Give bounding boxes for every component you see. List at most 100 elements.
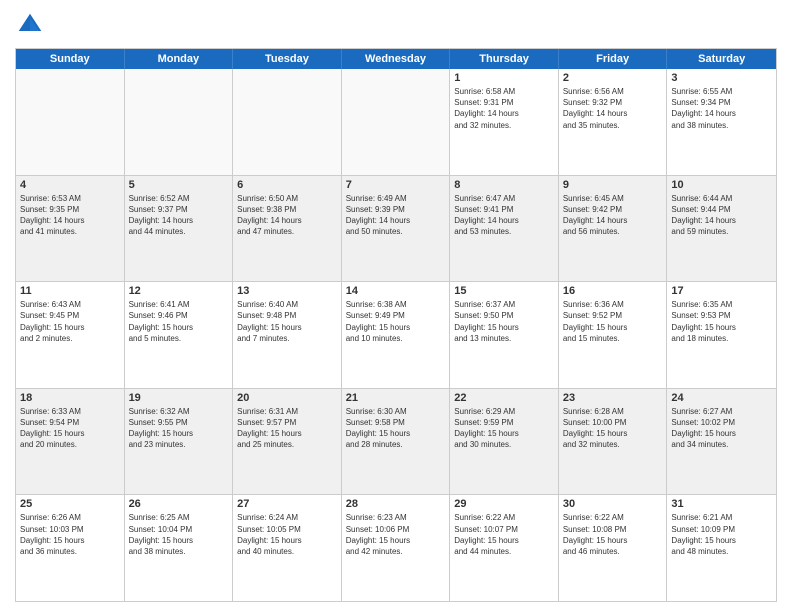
day-number: 21 [346,392,446,404]
day-info: Sunrise: 6:25 AM Sunset: 10:04 PM Daylig… [129,512,229,557]
calendar: SundayMondayTuesdayWednesdayThursdayFrid… [15,48,777,602]
day-info: Sunrise: 6:32 AM Sunset: 9:55 PM Dayligh… [129,406,229,451]
table-row [233,69,342,175]
day-of-week-sunday: Sunday [16,49,125,69]
day-number: 22 [454,392,554,404]
table-row: 3 Sunrise: 6:55 AM Sunset: 9:34 PM Daylig… [667,69,776,175]
table-row: 20 Sunrise: 6:31 AM Sunset: 9:57 PM Dayli… [233,389,342,495]
day-of-week-thursday: Thursday [450,49,559,69]
table-row: 6Sunrise: 6:50 AM Sunset: 9:38 PM Daylig… [233,176,342,282]
calendar-body: 1 Sunrise: 6:58 AM Sunset: 9:31 PM Daylig… [16,69,776,601]
day-info: Sunrise: 6:38 AM Sunset: 9:49 PM Dayligh… [346,299,446,344]
day-number: 7 [346,179,446,191]
table-row: 31 Sunrise: 6:21 AM Sunset: 10:09 PM Dayl… [667,495,776,601]
day-number: 8 [454,179,554,191]
day-of-week-tuesday: Tuesday [233,49,342,69]
day-number: 17 [671,285,772,297]
day-number: 30 [563,498,663,510]
day-info: Sunrise: 6:21 AM Sunset: 10:09 PM Daylig… [671,512,772,557]
day-info: Sunrise: 6:23 AM Sunset: 10:06 PM Daylig… [346,512,446,557]
day-number: 4 [20,179,120,191]
logo [15,10,49,40]
day-number: 26 [129,498,229,510]
table-row: 5 Sunrise: 6:52 AM Sunset: 9:37 PM Daylig… [125,176,234,282]
logo-icon [15,10,45,40]
table-row: 25Sunrise: 6:26 AM Sunset: 10:03 PM Dayl… [16,495,125,601]
day-info: Sunrise: 6:27 AM Sunset: 10:02 PM Daylig… [671,406,772,451]
day-number: 20 [237,392,337,404]
table-row: 11 Sunrise: 6:43 AM Sunset: 9:45 PM Dayli… [16,282,125,388]
day-info: Sunrise: 6:50 AM Sunset: 9:38 PM Dayligh… [237,193,337,238]
day-info: Sunrise: 6:29 AM Sunset: 9:59 PM Dayligh… [454,406,554,451]
day-number: 27 [237,498,337,510]
table-row [342,69,451,175]
table-row: 22 Sunrise: 6:29 AM Sunset: 9:59 PM Dayli… [450,389,559,495]
table-row: 17 Sunrise: 6:35 AM Sunset: 9:53 PM Dayli… [667,282,776,388]
day-info: Sunrise: 6:52 AM Sunset: 9:37 PM Dayligh… [129,193,229,238]
day-number: 16 [563,285,663,297]
day-number: 24 [671,392,772,404]
day-info: Sunrise: 6:22 AM Sunset: 10:08 PM Daylig… [563,512,663,557]
day-number: 23 [563,392,663,404]
day-number: 3 [671,72,772,84]
day-number: 12 [129,285,229,297]
table-row: 18Sunrise: 6:33 AM Sunset: 9:54 PM Dayli… [16,389,125,495]
day-of-week-saturday: Saturday [667,49,776,69]
day-info: Sunrise: 6:24 AM Sunset: 10:05 PM Daylig… [237,512,337,557]
table-row: 13 Sunrise: 6:40 AM Sunset: 9:48 PM Dayli… [233,282,342,388]
calendar-row-4: 25Sunrise: 6:26 AM Sunset: 10:03 PM Dayl… [16,494,776,601]
table-row: 16 Sunrise: 6:36 AM Sunset: 9:52 PM Dayli… [559,282,668,388]
day-info: Sunrise: 6:47 AM Sunset: 9:41 PM Dayligh… [454,193,554,238]
day-info: Sunrise: 6:35 AM Sunset: 9:53 PM Dayligh… [671,299,772,344]
calendar-row-0: 1 Sunrise: 6:58 AM Sunset: 9:31 PM Daylig… [16,69,776,175]
day-info: Sunrise: 6:22 AM Sunset: 10:07 PM Daylig… [454,512,554,557]
table-row: 2Sunrise: 6:56 AM Sunset: 9:32 PM Daylig… [559,69,668,175]
table-row: 26 Sunrise: 6:25 AM Sunset: 10:04 PM Dayl… [125,495,234,601]
day-number: 5 [129,179,229,191]
table-row: 10 Sunrise: 6:44 AM Sunset: 9:44 PM Dayli… [667,176,776,282]
day-number: 10 [671,179,772,191]
day-info: Sunrise: 6:43 AM Sunset: 9:45 PM Dayligh… [20,299,120,344]
day-number: 1 [454,72,554,84]
day-info: Sunrise: 6:30 AM Sunset: 9:58 PM Dayligh… [346,406,446,451]
day-number: 28 [346,498,446,510]
day-info: Sunrise: 6:26 AM Sunset: 10:03 PM Daylig… [20,512,120,557]
day-number: 18 [20,392,120,404]
day-number: 31 [671,498,772,510]
table-row: 14 Sunrise: 6:38 AM Sunset: 9:49 PM Dayli… [342,282,451,388]
day-info: Sunrise: 6:58 AM Sunset: 9:31 PM Dayligh… [454,86,554,131]
day-info: Sunrise: 6:36 AM Sunset: 9:52 PM Dayligh… [563,299,663,344]
table-row: 29 Sunrise: 6:22 AM Sunset: 10:07 PM Dayl… [450,495,559,601]
table-row: 23 Sunrise: 6:28 AM Sunset: 10:00 PM Dayl… [559,389,668,495]
day-info: Sunrise: 6:44 AM Sunset: 9:44 PM Dayligh… [671,193,772,238]
day-number: 19 [129,392,229,404]
table-row: 1 Sunrise: 6:58 AM Sunset: 9:31 PM Daylig… [450,69,559,175]
table-row [125,69,234,175]
calendar-header: SundayMondayTuesdayWednesdayThursdayFrid… [16,49,776,69]
table-row: 27 Sunrise: 6:24 AM Sunset: 10:05 PM Dayl… [233,495,342,601]
calendar-row-2: 11 Sunrise: 6:43 AM Sunset: 9:45 PM Dayli… [16,281,776,388]
day-info: Sunrise: 6:31 AM Sunset: 9:57 PM Dayligh… [237,406,337,451]
day-number: 11 [20,285,120,297]
day-info: Sunrise: 6:40 AM Sunset: 9:48 PM Dayligh… [237,299,337,344]
table-row: 21 Sunrise: 6:30 AM Sunset: 9:58 PM Dayli… [342,389,451,495]
table-row [16,69,125,175]
day-info: Sunrise: 6:37 AM Sunset: 9:50 PM Dayligh… [454,299,554,344]
day-info: Sunrise: 6:55 AM Sunset: 9:34 PM Dayligh… [671,86,772,131]
day-info: Sunrise: 6:49 AM Sunset: 9:39 PM Dayligh… [346,193,446,238]
table-row: 28 Sunrise: 6:23 AM Sunset: 10:06 PM Dayl… [342,495,451,601]
calendar-row-1: 4Sunrise: 6:53 AM Sunset: 9:35 PM Daylig… [16,175,776,282]
table-row: 15 Sunrise: 6:37 AM Sunset: 9:50 PM Dayli… [450,282,559,388]
day-number: 15 [454,285,554,297]
day-number: 14 [346,285,446,297]
table-row: 19 Sunrise: 6:32 AM Sunset: 9:55 PM Dayli… [125,389,234,495]
table-row: 12Sunrise: 6:41 AM Sunset: 9:46 PM Dayli… [125,282,234,388]
day-number: 13 [237,285,337,297]
page: SundayMondayTuesdayWednesdayThursdayFrid… [0,0,792,612]
table-row: 24 Sunrise: 6:27 AM Sunset: 10:02 PM Dayl… [667,389,776,495]
table-row: 9Sunrise: 6:45 AM Sunset: 9:42 PM Daylig… [559,176,668,282]
day-info: Sunrise: 6:56 AM Sunset: 9:32 PM Dayligh… [563,86,663,131]
day-number: 29 [454,498,554,510]
day-info: Sunrise: 6:28 AM Sunset: 10:00 PM Daylig… [563,406,663,451]
table-row: 8 Sunrise: 6:47 AM Sunset: 9:41 PM Daylig… [450,176,559,282]
